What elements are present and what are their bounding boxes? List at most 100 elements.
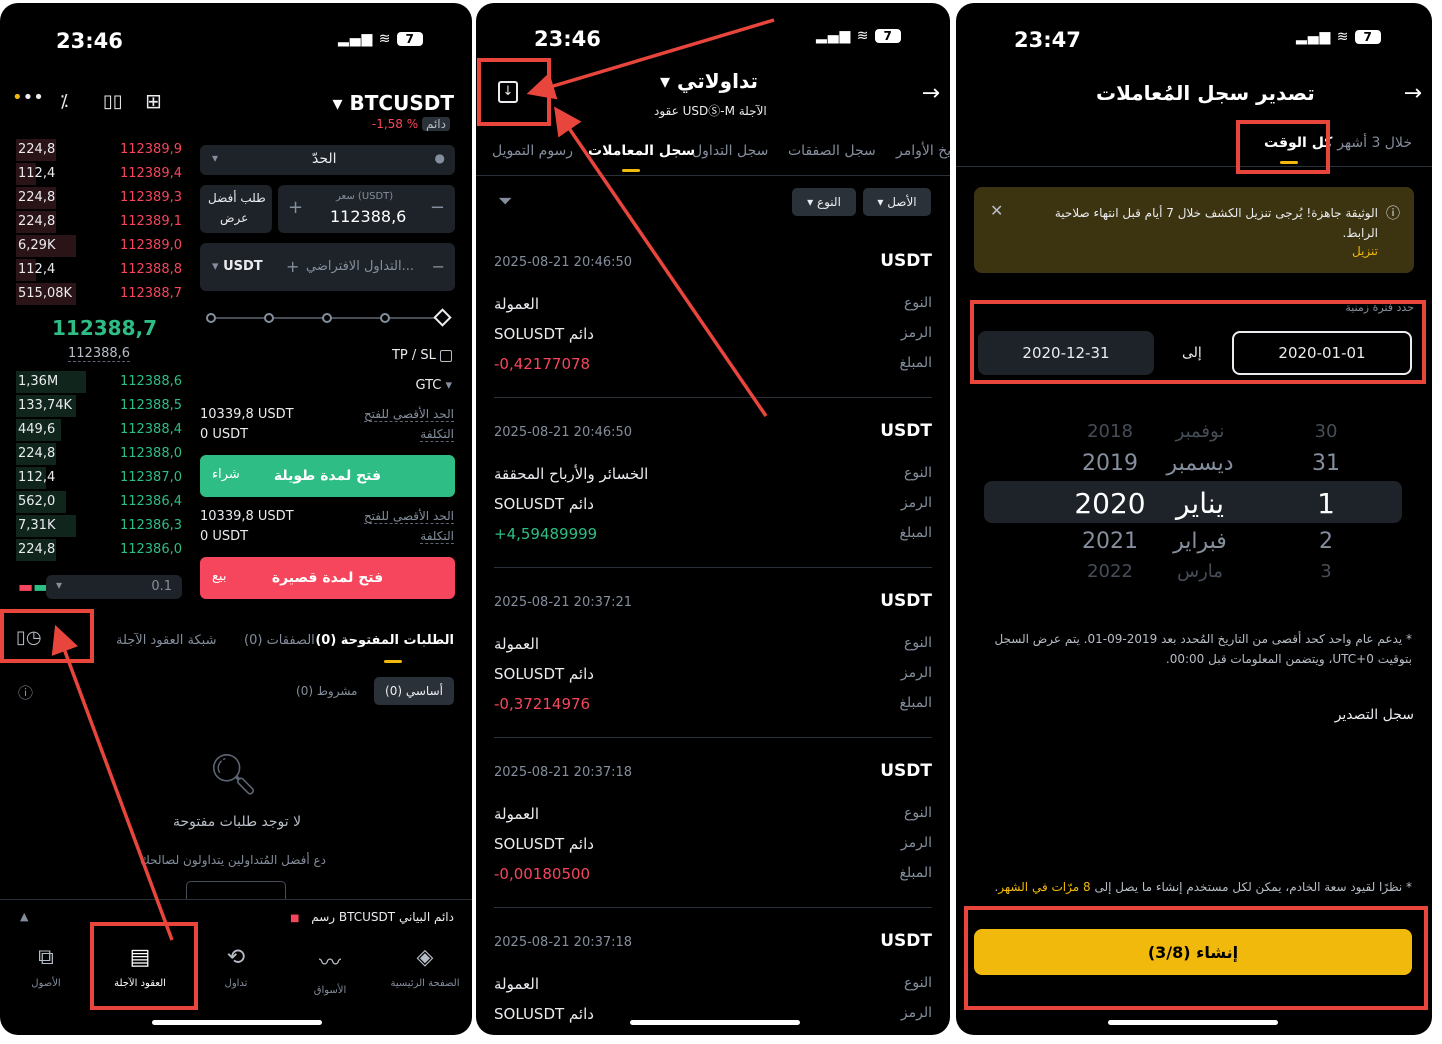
plus-icon[interactable]: + — [288, 197, 303, 218]
info-icon[interactable]: ⓘ — [18, 682, 33, 703]
tab-3-months[interactable]: خلال 3 أشهر — [1337, 135, 1412, 151]
open-short-button[interactable]: بيع فتح لمدة قصيرة — [200, 557, 455, 599]
picker-day[interactable]: 30 — [1286, 421, 1366, 442]
status-time: 23:46 — [534, 27, 601, 51]
nav-futures[interactable]: ▤ العقود الآجلة — [100, 945, 180, 989]
close-icon[interactable]: ✕ — [990, 201, 1003, 220]
info-icon[interactable]: ● — [435, 151, 445, 165]
tab-all-time[interactable]: كل الوقت — [1264, 135, 1332, 151]
slider-node[interactable] — [322, 313, 332, 323]
back-arrow-icon[interactable]: → — [1404, 81, 1422, 106]
order-type-select[interactable]: ▾ الحدّ ● — [200, 145, 455, 175]
picker-month[interactable]: مارس — [1160, 561, 1240, 582]
markets-icon: 〰 — [318, 951, 341, 976]
back-arrow-icon[interactable]: → — [922, 81, 940, 106]
orderbook-price: 112388,6 — [119, 374, 182, 389]
picker-day[interactable]: 31 — [1286, 451, 1366, 476]
subtab-basic[interactable]: أساسي (0) — [374, 677, 454, 705]
minus-icon[interactable]: − — [432, 257, 445, 276]
picker-day[interactable]: 3 — [1286, 561, 1366, 582]
mark-price[interactable]: 112388,6 — [68, 346, 131, 362]
picker-day[interactable]: 2 — [1286, 529, 1366, 554]
percent-icon[interactable]: ⁒ — [60, 91, 68, 112]
orderbook-row[interactable]: 224,8 112386,0 — [16, 539, 182, 563]
symbol-selector[interactable]: ▾ BTCUSDT — [333, 91, 454, 115]
orderbook-row[interactable]: 449,6 112388,4 — [16, 419, 182, 443]
tab-transaction-history[interactable]: سجل المعاملات — [588, 143, 695, 159]
record-type-label: النوع — [904, 465, 932, 481]
download-link[interactable]: تنزيل — [1352, 244, 1378, 258]
picker-month[interactable]: نوفمبر — [1160, 421, 1240, 442]
more-icon[interactable]: ••• — [12, 87, 44, 108]
divider — [494, 397, 932, 398]
nav-trade[interactable]: ⟲ تداول — [196, 945, 276, 989]
orderbook-row[interactable]: 112,4 112389,4 — [16, 163, 182, 187]
subtab-conditional[interactable]: مشروط (0) — [296, 684, 357, 698]
export-history-title: سجل التصدير — [1334, 707, 1414, 723]
filter-type[interactable]: النوع ▾ — [792, 188, 856, 216]
order-history-icon[interactable]: ▯◷ — [16, 627, 42, 648]
gift-icon[interactable]: ⊞ — [145, 89, 162, 113]
depth-layout-icon[interactable]: ▬▬ — [18, 577, 48, 596]
orderbook-row[interactable]: 6,29K 112389,0 — [16, 235, 182, 259]
picker-year[interactable]: 2021 — [1070, 529, 1150, 554]
picker-month[interactable]: فبراير — [1160, 529, 1240, 554]
slider-node[interactable] — [206, 313, 216, 323]
picker-month[interactable]: ديسمبر — [1160, 451, 1240, 476]
picker-day[interactable]: 1 — [1286, 487, 1366, 520]
slider-node[interactable] — [380, 313, 390, 323]
export-download-icon[interactable]: ↓ — [498, 81, 518, 103]
orderbook-row[interactable]: 562,0 112386,4 — [16, 491, 182, 515]
price-input[interactable]: + سعر (USDT) 112388,6 − — [278, 185, 455, 233]
filter-icon[interactable]: ⏷ — [498, 191, 512, 212]
orderbook-row[interactable]: 224,8 112388,0 — [16, 443, 182, 467]
orderbook-row[interactable]: 224,8 112389,9 — [16, 139, 182, 163]
nav-markets[interactable]: 〰 الأسواق — [290, 945, 370, 996]
orderbook-row[interactable]: 133,74K 112388,5 — [16, 395, 182, 419]
tab-open-orders[interactable]: الطلبات المفتوحة (0) — [315, 633, 454, 648]
time-in-force-select[interactable]: GTC ▾ — [415, 378, 452, 393]
amount-input[interactable]: ▾ USDT + التداول الافتراضي... − — [200, 243, 455, 291]
date-to-field[interactable]: 2020-12-31 — [978, 331, 1154, 375]
filter-asset[interactable]: الأصل ▾ — [863, 188, 931, 216]
page-title[interactable]: ▾ تداولاتي — [660, 69, 758, 93]
depth-step-select[interactable]: ▾ 0.1 — [46, 575, 182, 599]
tab-trade-history[interactable]: سجل التداول — [692, 143, 768, 159]
orderbook-qty: 449,6 — [18, 422, 56, 437]
minus-icon[interactable]: − — [430, 197, 445, 218]
orderbook-row[interactable]: 224,8 112389,3 — [16, 187, 182, 211]
orderbook-qty: 7,31K — [18, 518, 56, 533]
cost-short: 0 USDT — [200, 529, 249, 544]
picker-year[interactable]: 2022 — [1070, 561, 1150, 582]
orderbook-row[interactable]: 112,4 112387,0 — [16, 467, 182, 491]
orderbook-row[interactable]: 1,36M 112388,6 — [16, 371, 182, 395]
tab-position-history[interactable]: سجل الصفقات — [788, 143, 876, 159]
empty-subtitle[interactable]: دع أفضل المُتداولين يتداولون لصالحك — [140, 853, 326, 867]
bbo-button[interactable]: طلب أفضل عرض — [200, 185, 272, 233]
picker-year[interactable]: 2018 — [1070, 421, 1150, 442]
picker-year[interactable]: 2020 — [1070, 487, 1150, 520]
create-export-button[interactable]: إنشاء (3/8) — [974, 929, 1412, 975]
tab-grid[interactable]: شبكة العقود الآجلة — [116, 633, 217, 648]
chevron-up-icon[interactable]: ▲ — [20, 910, 28, 923]
tab-order-history[interactable]: يخ الأوامر — [896, 143, 950, 159]
tab-positions[interactable]: الصفقات (0) — [244, 633, 315, 648]
nav-home[interactable]: ◈ الصفحة الرئيسية — [382, 945, 468, 989]
date-from-field[interactable]: 2020-01-01 — [1232, 331, 1412, 375]
open-long-button[interactable]: شراء فتح لمدة طويلة — [200, 455, 455, 497]
tpsl-checkbox[interactable]: TP / SL — [392, 348, 452, 363]
slider-handle[interactable] — [433, 308, 452, 327]
picker-year[interactable]: 2019 — [1070, 451, 1150, 476]
plus-icon[interactable]: + — [286, 257, 299, 276]
slider-node[interactable] — [264, 313, 274, 323]
orderbook-row[interactable]: 515,08K 112388,7 — [16, 283, 182, 307]
orderbook-row[interactable]: 224,8 112389,1 — [16, 211, 182, 235]
orderbook-row[interactable]: 7,31K 112386,3 — [16, 515, 182, 539]
unit-select[interactable]: ▾ USDT — [212, 259, 263, 274]
picker-month[interactable]: يناير — [1160, 487, 1240, 520]
nav-assets[interactable]: ⧉ الأصول — [6, 945, 86, 989]
tab-funding-fees[interactable]: رسوم التمويل — [492, 143, 573, 159]
orderbook-row[interactable]: 112,4 112388,8 — [16, 259, 182, 283]
candlestick-icon[interactable]: ▯▯ — [103, 91, 123, 112]
chart-bar[interactable]: ▲ رسم BTCUSDT دائم البياني ■ — [0, 899, 472, 935]
